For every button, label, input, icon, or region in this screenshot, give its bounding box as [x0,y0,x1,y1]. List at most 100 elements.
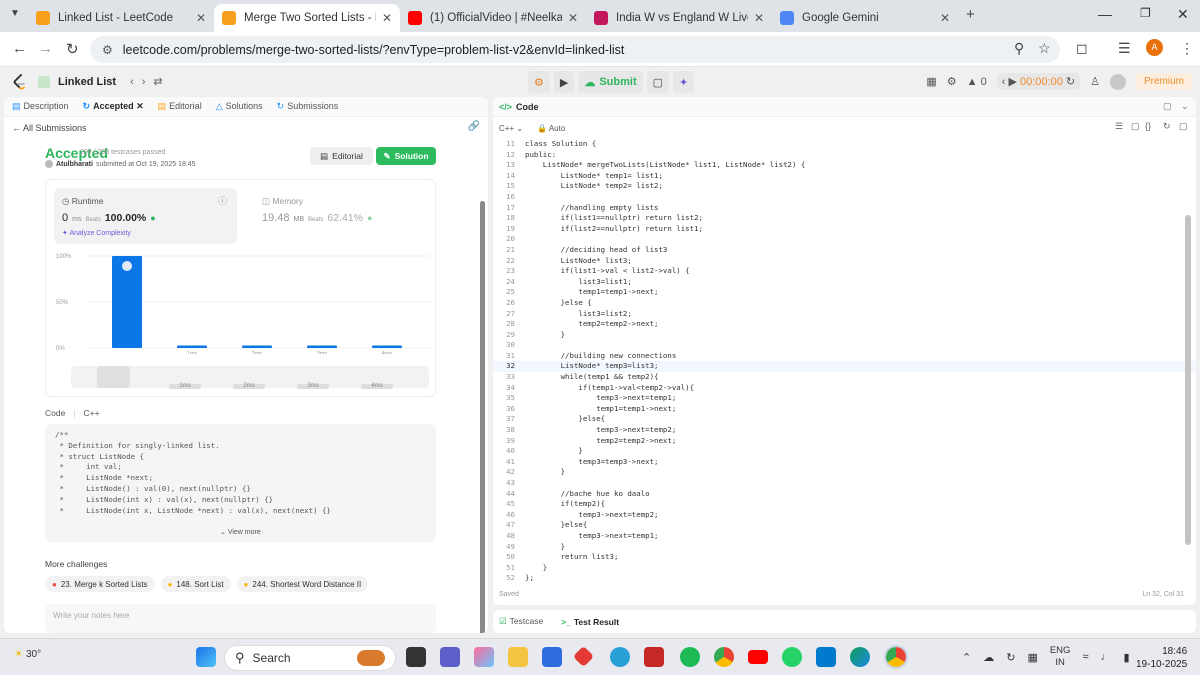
code-line[interactable]: 33 while(temp1 && temp2){ [493,372,1196,383]
language-indicator[interactable]: ENG IN [1050,645,1071,669]
view-more-button[interactable]: ⌄ View more [220,528,261,539]
range-selector[interactable]: 1ms 2ms 3ms 4ms [71,366,429,389]
close-window-button[interactable]: ✕ [1177,6,1189,23]
clock[interactable]: 18:46 19-10-2025 [1136,645,1187,671]
code-line[interactable]: 13 ListNode* mergeTwoLists(ListNode* lis… [493,160,1196,171]
code-line[interactable]: 22 ListNode* list3; [493,256,1196,267]
tray-app-icon[interactable]: ▦ [1027,651,1037,664]
code-line[interactable]: 45 if(temp2){ [493,499,1196,510]
code-line[interactable]: 21 //deciding head of list3 [493,245,1196,256]
run-button[interactable]: ▶ [553,71,575,93]
add-user-icon[interactable]: ♙ [1090,75,1100,88]
code-line[interactable]: 32 ListNode* temp3=list3; [493,361,1196,373]
range-handle[interactable] [97,366,130,388]
info-icon[interactable]: ⓘ [218,194,227,207]
maximize-icon[interactable]: ▢ [1163,101,1172,112]
code-line[interactable]: 26 }else { [493,298,1196,309]
reload-icon[interactable]: ↻ [66,40,79,58]
code-line[interactable]: 31 //building new connections [493,351,1196,362]
vscode-icon[interactable] [816,647,836,667]
browser-tab[interactable]: Merge Two Sorted Lists - LeetC ✕ [214,4,400,32]
tray-chevron-icon[interactable]: ⌃ [962,651,971,664]
code-line[interactable]: 15 ListNode* temp2= list2; [493,181,1196,192]
store-icon[interactable] [542,647,562,667]
copilot-icon[interactable] [474,647,494,667]
code-line[interactable]: 27 list3=list2; [493,309,1196,320]
tab-test-result[interactable]: >_ Test Result [561,617,619,627]
premium-button[interactable]: Premium [1135,73,1192,90]
weather-widget[interactable]: ☀ 30° [14,649,41,660]
battery-icon[interactable]: ▮ [1123,651,1129,664]
code-tab[interactable]: </> Code [493,97,1196,117]
tab-submissions[interactable]: ↻ Submissions [277,101,339,112]
share-link-icon[interactable]: 🔗 [468,121,480,132]
editor-scrollbar[interactable] [1185,215,1191,545]
zoom-icon[interactable]: ⚲ [1014,40,1024,57]
code-line[interactable]: 47 }else{ [493,520,1196,531]
code-line[interactable]: 11 class Solution { [493,139,1196,150]
fullscreen-icon[interactable]: ▢ [1179,121,1188,132]
braces-icon[interactable]: {} [1145,121,1151,131]
code-line[interactable]: 46 temp3->next=temp2; [493,510,1196,521]
task-view-icon[interactable] [406,647,426,667]
back-arrow-icon[interactable]: ← [12,40,27,57]
teams-icon[interactable] [440,647,460,667]
app-icon-2[interactable] [610,647,630,667]
edge-icon[interactable] [850,647,870,667]
code-line[interactable]: 49 } [493,542,1196,553]
chrome-icon[interactable] [714,647,734,667]
code-line[interactable]: 17 //handling empty lists [493,203,1196,214]
site-info-icon[interactable]: ⚙ [102,43,113,57]
code-line[interactable]: 52}; [493,573,1196,584]
minimize-button[interactable]: — [1098,6,1112,22]
scroll-thumb[interactable] [480,201,485,633]
profile-avatar[interactable]: A [1146,39,1163,56]
code-line[interactable]: 39 temp2=temp2->next; [493,436,1196,447]
author-name[interactable]: Atulbharati [56,161,93,168]
youtube-icon[interactable] [748,650,768,664]
file-explorer-icon[interactable] [508,647,528,667]
challenge-chip[interactable]: ● 244. Shortest Word Distance II [236,576,369,592]
reset-icon[interactable]: ↻ [1163,121,1171,132]
runtime-card[interactable]: ◷ Runtime ⓘ 0 ms Beats 100.00% ● ✦ Analy… [54,188,237,244]
debug-button[interactable]: ⚙ [528,71,550,93]
chart-bar[interactable] [177,345,207,349]
notes-input[interactable]: Write your notes here [45,604,436,633]
code-line[interactable]: 12 public: [493,150,1196,161]
prev-problem-icon[interactable]: ‹ [130,76,134,88]
browser-tab[interactable]: Linked List - LeetCode ✕ [28,4,214,32]
code-line[interactable]: 38 temp3->next=temp2; [493,425,1196,436]
browser-tab[interactable]: (1) OfficialVideo | #Neelkam ✕ [400,4,586,32]
code-line[interactable]: 14 ListNode* temp1= list1; [493,171,1196,182]
chart-bar[interactable] [307,345,337,349]
streak-counter[interactable]: ▲ 0 [967,76,987,88]
chrome-profile-icon[interactable] [884,645,908,669]
bookmark-icon[interactable]: ▢ [1131,121,1140,132]
code-line[interactable]: 28 temp2=temp2->next; [493,319,1196,330]
notes-button[interactable]: ▢ [646,71,670,93]
code-line[interactable]: 24 list3=list1; [493,277,1196,288]
forward-arrow-icon[interactable]: → [38,40,53,57]
media-control-icon[interactable]: ☰ [1118,40,1131,57]
app-icon[interactable] [572,645,595,668]
close-tab-icon[interactable]: ✕ [382,11,392,25]
ai-assist-button[interactable]: ✦ [673,71,695,93]
code-line[interactable]: 19 if(list2==nullptr) return list1; [493,224,1196,235]
submit-button[interactable]: ☁ Submit [578,71,643,93]
code-line[interactable]: 23 if(list1->val < list2->val) { [493,266,1196,277]
code-line[interactable]: 16 [493,192,1196,203]
code-line[interactable]: 29 } [493,330,1196,341]
start-button[interactable] [196,647,216,667]
browser-tab[interactable]: Google Gemini ✕ [772,4,958,32]
code-line[interactable]: 48 temp3->next=temp1; [493,531,1196,542]
wifi-icon[interactable]: ≈ [1082,651,1088,663]
solution-button[interactable]: ✎ Solution [376,147,436,165]
browser-tab[interactable]: India W vs England W Live vide ✕ [586,4,772,32]
taskbar-search[interactable]: ⚲ Search [224,645,396,671]
collapse-icon[interactable]: ⌄ [1181,101,1189,112]
tab-editorial[interactable]: ▤ Editorial [158,101,202,112]
code-line[interactable]: 35 temp3->next=temp1; [493,393,1196,404]
user-avatar[interactable] [1109,73,1126,90]
close-tab-icon[interactable]: ✕ [754,11,764,25]
tab-description[interactable]: ▤ Description [12,101,69,112]
